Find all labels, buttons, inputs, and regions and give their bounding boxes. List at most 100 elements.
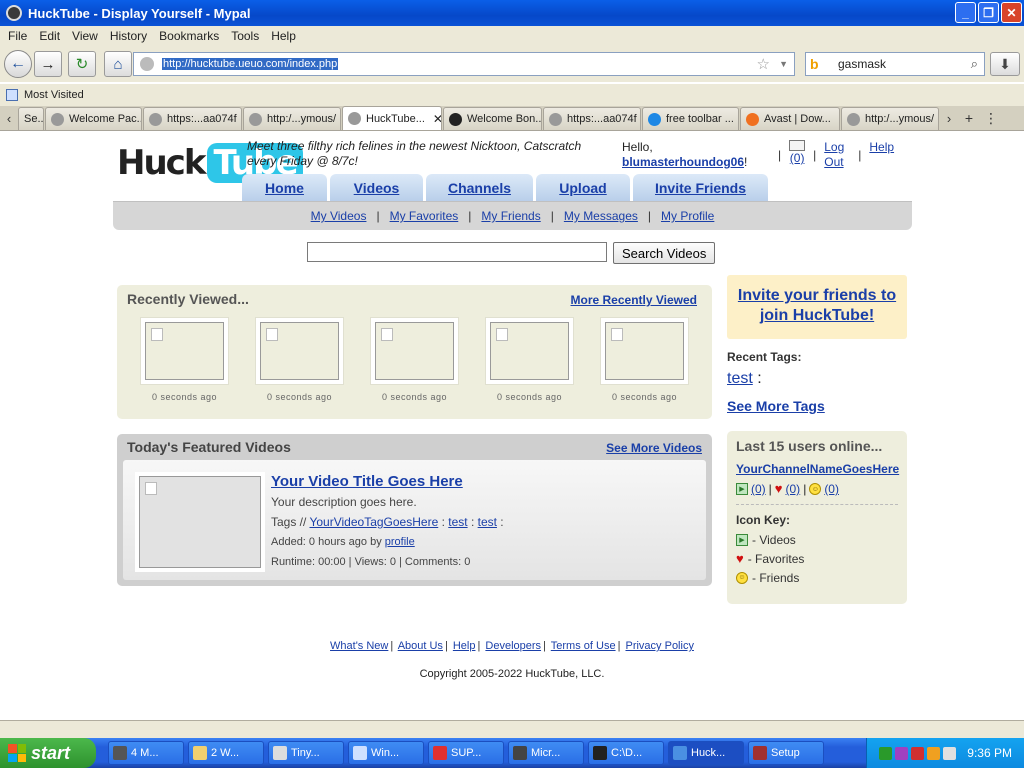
bing-icon[interactable]: b xyxy=(810,56,824,72)
menu-view[interactable]: View xyxy=(72,29,98,43)
tag-link[interactable]: test xyxy=(478,515,497,529)
mail-count[interactable]: (0) xyxy=(790,151,805,166)
video-thumbnail[interactable] xyxy=(255,317,344,385)
url-dropdown-icon[interactable]: ▼ xyxy=(779,59,788,69)
menu-file[interactable]: File xyxy=(8,29,27,43)
browser-tab[interactable]: free toolbar ... xyxy=(642,107,739,130)
channel-link[interactable]: YourChannelNameGoesHere xyxy=(736,462,899,476)
tab-close-icon[interactable]: ✕ xyxy=(433,112,441,126)
video-thumbnail[interactable] xyxy=(485,317,574,385)
video-thumbnail[interactable] xyxy=(600,317,689,385)
inbox-link[interactable]: (0) xyxy=(789,140,806,170)
reload-button[interactable]: ↻ xyxy=(68,51,96,77)
my-friends-link[interactable]: My Friends xyxy=(481,209,540,223)
video-thumbnail[interactable] xyxy=(370,317,459,385)
bookmark-star-icon[interactable]: ☆ xyxy=(757,55,770,73)
tab-scroll-right-icon[interactable]: › xyxy=(940,106,958,130)
footer-help-link[interactable]: Help xyxy=(453,640,476,652)
browser-tab-active[interactable]: HuckTube... ✕ xyxy=(342,106,442,130)
my-profile-link[interactable]: My Profile xyxy=(661,209,714,223)
see-more-tags-link[interactable]: See More Tags xyxy=(727,398,825,414)
recent-video-item[interactable]: 0 seconds ago xyxy=(600,317,689,402)
logout-link[interactable]: Log Out xyxy=(824,140,850,170)
video-thumbnail[interactable] xyxy=(140,317,229,385)
tab-home[interactable]: Home xyxy=(242,174,327,201)
taskbar-item-active[interactable]: Huck... xyxy=(668,741,744,765)
channel-videos-count[interactable]: (0) xyxy=(751,482,766,496)
tray-icon[interactable] xyxy=(927,746,941,760)
my-favorites-link[interactable]: My Favorites xyxy=(390,209,459,223)
developers-link[interactable]: Developers xyxy=(485,640,541,652)
tag-link[interactable]: YourVideoTagGoesHere xyxy=(309,515,438,529)
browser-tab[interactable]: Avast | Dow... xyxy=(740,107,840,130)
volume-icon[interactable] xyxy=(943,746,957,760)
browser-tab[interactable]: Welcome Bon... xyxy=(443,107,542,130)
recent-video-item[interactable]: 0 seconds ago xyxy=(140,317,229,402)
menu-tools[interactable]: Tools xyxy=(231,29,259,43)
uploader-profile-link[interactable]: profile xyxy=(385,536,415,548)
tray-icon[interactable] xyxy=(895,746,909,760)
tab-channels[interactable]: Channels xyxy=(426,174,533,201)
tab-videos[interactable]: Videos xyxy=(330,174,423,201)
taskbar-item[interactable]: 4 M... xyxy=(108,741,184,765)
browser-tab[interactable]: https:...aa074f xyxy=(543,107,641,130)
tab-scroll-left-icon[interactable]: ‹ xyxy=(0,106,18,130)
browser-tab[interactable]: Se... xyxy=(18,107,44,130)
tab-upload[interactable]: Upload xyxy=(536,174,630,201)
privacy-policy-link[interactable]: Privacy Policy xyxy=(625,640,693,652)
new-tab-icon[interactable]: + xyxy=(958,106,980,130)
tray-icon[interactable] xyxy=(911,746,925,760)
more-recently-viewed-link[interactable]: More Recently Viewed xyxy=(571,293,698,307)
taskbar-item[interactable]: Tiny... xyxy=(268,741,344,765)
forward-button[interactable]: → xyxy=(34,51,62,77)
tab-invite-friends[interactable]: Invite Friends xyxy=(633,174,768,201)
minimize-button[interactable]: _ xyxy=(955,2,976,23)
close-button[interactable]: ✕ xyxy=(1001,2,1022,23)
invite-friends-link[interactable]: Invite your friends to join HuckTube! xyxy=(738,287,896,324)
my-videos-link[interactable]: My Videos xyxy=(311,209,367,223)
see-more-videos-link[interactable]: See More Videos xyxy=(606,441,702,455)
featured-video-title[interactable]: Your Video Title Goes Here xyxy=(271,473,463,490)
tab-list-icon[interactable]: ⋮ xyxy=(980,106,1002,130)
menu-history[interactable]: History xyxy=(110,29,147,43)
browser-tab[interactable]: http:/...ymous/ xyxy=(841,107,939,130)
username-link[interactable]: blumasterhoundog06 xyxy=(622,155,744,169)
whats-new-link[interactable]: What's New xyxy=(330,640,388,652)
help-link[interactable]: Help xyxy=(869,140,894,170)
recent-video-item[interactable]: 0 seconds ago xyxy=(485,317,574,402)
most-visited-bookmark[interactable]: Most Visited xyxy=(24,89,84,101)
taskbar-item[interactable]: Micr... xyxy=(508,741,584,765)
browser-tab[interactable]: http:/...ymous/ xyxy=(243,107,341,130)
browser-tab[interactable]: https:...aa074f xyxy=(143,107,242,130)
menu-help[interactable]: Help xyxy=(271,29,296,43)
download-button[interactable]: ⬇ xyxy=(990,52,1020,76)
maximize-button[interactable]: ❐ xyxy=(978,2,999,23)
recent-video-item[interactable]: 0 seconds ago xyxy=(370,317,459,402)
browser-tab[interactable]: Welcome Pac... xyxy=(45,107,142,130)
taskbar-item[interactable]: SUP... xyxy=(428,741,504,765)
search-icon[interactable]: ⌕ xyxy=(971,56,978,72)
start-button[interactable]: start xyxy=(0,738,96,768)
search-videos-button[interactable]: Search Videos xyxy=(613,242,716,264)
about-us-link[interactable]: About Us xyxy=(398,640,443,652)
url-bar[interactable]: http://hucktube.ueuo.com/index.php ☆ ▼ xyxy=(133,52,795,76)
menu-bookmarks[interactable]: Bookmarks xyxy=(159,29,219,43)
terms-of-use-link[interactable]: Terms of Use xyxy=(551,640,616,652)
taskbar-item[interactable]: C:\D... xyxy=(588,741,664,765)
taskbar-item[interactable]: Setup xyxy=(748,741,824,765)
tray-icon[interactable] xyxy=(879,746,893,760)
taskbar-item[interactable]: Win... xyxy=(348,741,424,765)
web-search-box[interactable]: b gasmask ⌕ xyxy=(805,52,985,76)
taskbar-item[interactable]: 2 W... xyxy=(188,741,264,765)
recent-video-item[interactable]: 0 seconds ago xyxy=(255,317,344,402)
video-search-input[interactable] xyxy=(307,242,607,262)
my-messages-link[interactable]: My Messages xyxy=(564,209,638,223)
channel-favorites-count[interactable]: (0) xyxy=(786,482,801,496)
menu-edit[interactable]: Edit xyxy=(39,29,60,43)
featured-video-thumbnail[interactable] xyxy=(135,472,265,572)
recent-tag-link[interactable]: test xyxy=(727,370,753,387)
channel-friends-count[interactable]: (0) xyxy=(824,482,839,496)
home-button[interactable]: ⌂ xyxy=(104,51,132,77)
tag-link[interactable]: test xyxy=(448,515,467,529)
back-button[interactable]: ← xyxy=(4,50,32,78)
